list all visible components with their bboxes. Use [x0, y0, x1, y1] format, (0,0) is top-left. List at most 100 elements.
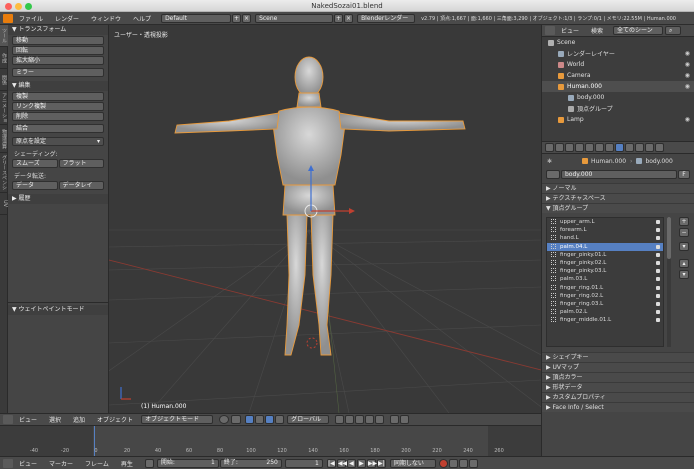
interaction-mode-select[interactable]: オブジェクトモード: [141, 415, 214, 424]
play-icon[interactable]: ▶: [356, 458, 366, 468]
fake-user-button[interactable]: F: [678, 169, 690, 179]
mesh-data-tab-icon[interactable]: [615, 143, 624, 152]
outliner-item[interactable]: レンダーレイヤー ◉: [542, 48, 694, 59]
mesh-name-field[interactable]: body.000: [561, 169, 677, 179]
tab-uv[interactable]: UV: [0, 193, 8, 215]
lock-icon[interactable]: [656, 285, 660, 290]
search-icon[interactable]: ⌕: [665, 26, 682, 35]
object-tab-icon[interactable]: [585, 143, 594, 152]
remove-scene-button[interactable]: ×: [344, 13, 354, 23]
keyframe-insert-icon[interactable]: [458, 458, 468, 468]
render-layers-tab-icon[interactable]: [555, 143, 564, 152]
vertex-group-item[interactable]: finger_ring.03.L: [547, 300, 663, 308]
data-transfer-button[interactable]: データ: [12, 181, 58, 190]
visibility-eye-icon[interactable]: ◉: [685, 116, 690, 123]
properties-section-header[interactable]: ▶ UVマップ: [542, 362, 694, 372]
3d-viewport[interactable]: ユーザー・透視投影 (1) Human.000: [109, 25, 541, 413]
rotate-manipulator-icon[interactable]: [265, 415, 275, 424]
scale-manipulator-icon[interactable]: [275, 415, 285, 424]
menu-marker[interactable]: マーカー: [43, 459, 79, 468]
set-origin-select[interactable]: 原点を設定 ▾: [12, 137, 104, 146]
rotate-button[interactable]: 回転: [12, 46, 104, 55]
render-engine-select[interactable]: Blenderレンダー: [357, 13, 416, 23]
jump-end-icon[interactable]: ▶|: [376, 458, 386, 468]
modifiers-tab-icon[interactable]: [605, 143, 614, 152]
start-frame-field[interactable]: 開始: 1: [156, 458, 219, 468]
outliner-item[interactable]: Camera ◉: [542, 70, 694, 81]
menu-frame[interactable]: フレーム: [79, 459, 115, 468]
texture-tab-icon[interactable]: [635, 143, 644, 152]
vertex-group-item[interactable]: forearm.L: [547, 226, 663, 234]
tab-physics[interactable]: 物理演算: [0, 125, 8, 153]
manipulator-icon[interactable]: [245, 415, 255, 424]
outliner-item[interactable]: Human.000 ◉: [542, 81, 694, 92]
layer-button[interactable]: [335, 415, 345, 424]
vertex-group-item[interactable]: palm.03.L: [547, 275, 663, 283]
vertex-group-item[interactable]: finger_ring.02.L: [547, 292, 663, 300]
vertex-group-list[interactable]: upper_arm.L forearm.L hand.L palm.04.L finge…: [546, 217, 664, 347]
timeline[interactable]: -40 -20 0 20 40 60 80 100 120 140 160 180 200 220 240 2…: [0, 425, 541, 457]
keyframe-delete-icon[interactable]: [468, 458, 478, 468]
editor-type-icon[interactable]: [3, 458, 13, 468]
properties-section-header[interactable]: ▶ テクスチャスペース: [542, 193, 694, 203]
visibility-eye-icon[interactable]: ◉: [685, 83, 690, 90]
edit-panel-header[interactable]: ▼ 編集: [8, 81, 108, 91]
sync-mode-select[interactable]: 同期しない: [389, 458, 436, 468]
scale-button[interactable]: 拡大縮小: [12, 56, 104, 65]
transform-panel-header[interactable]: ▼ トランスフォーム: [8, 25, 108, 35]
lock-icon[interactable]: [656, 318, 660, 323]
lock-icon[interactable]: [656, 260, 660, 265]
layer-button[interactable]: [355, 415, 365, 424]
properties-section-header[interactable]: ▶ カスタムプロパティ: [542, 392, 694, 402]
end-frame-field[interactable]: 終了: 250: [219, 458, 282, 468]
menu-file[interactable]: ファイル: [13, 14, 49, 23]
scene-select[interactable]: Scene: [255, 13, 334, 23]
menu-view[interactable]: ビュー: [13, 415, 43, 424]
properties-section-header[interactable]: ▶ ノーマル: [542, 183, 694, 193]
properties-section-header[interactable]: ▶ 形状データ: [542, 382, 694, 392]
outliner-item[interactable]: World ◉: [542, 59, 694, 70]
visibility-eye-icon[interactable]: ◉: [685, 72, 690, 79]
physics-tab-icon[interactable]: [655, 143, 664, 152]
layer-button[interactable]: [375, 415, 385, 424]
layout-select[interactable]: Default: [161, 13, 232, 23]
properties-section-header[interactable]: ▶ シェイプキー: [542, 352, 694, 362]
lock-icon[interactable]: [656, 236, 660, 241]
history-panel-header[interactable]: ▶ 履歴: [8, 194, 108, 204]
weight-paint-panel-header[interactable]: ▼ ウェイトペイントモード: [8, 305, 108, 315]
render-tab-icon[interactable]: [545, 143, 554, 152]
keying-set-icon[interactable]: [448, 458, 458, 468]
lock-icon[interactable]: [656, 277, 660, 282]
menu-timeline-view[interactable]: ビュー: [13, 459, 43, 468]
shade-flat-button[interactable]: フラット: [58, 159, 104, 168]
lock-icon[interactable]: [656, 310, 660, 315]
snap-icon[interactable]: [390, 415, 400, 424]
outliner-menu-view[interactable]: ビュー: [555, 26, 585, 35]
outliner-item[interactable]: Scene: [542, 37, 694, 48]
translate-manipulator-icon[interactable]: [255, 415, 265, 424]
lock-icon[interactable]: [656, 244, 660, 249]
properties-section-header[interactable]: ▶ Face Info / Select: [542, 402, 694, 412]
tab-create[interactable]: 作成: [0, 47, 8, 69]
move-down-icon[interactable]: ▾: [679, 270, 689, 279]
outliner-item[interactable]: body.000: [542, 92, 694, 103]
vertex-group-item[interactable]: palm.02.L: [547, 308, 663, 316]
editor-type-icon[interactable]: [545, 26, 555, 35]
move-up-icon[interactable]: ▴: [679, 259, 689, 268]
material-tab-icon[interactable]: [625, 143, 634, 152]
record-icon[interactable]: [438, 458, 448, 468]
vertex-group-item[interactable]: finger_pinky.03.L: [547, 267, 663, 275]
jump-start-icon[interactable]: |◀: [326, 458, 336, 468]
visibility-eye-icon[interactable]: ◉: [685, 61, 690, 68]
particles-tab-icon[interactable]: [645, 143, 654, 152]
lock-icon[interactable]: [656, 269, 660, 274]
lock-icon[interactable]: [656, 220, 660, 224]
vertex-group-scrollbar[interactable]: [667, 217, 671, 347]
vertex-group-item[interactable]: palm.04.L: [547, 242, 663, 251]
add-scene-button[interactable]: +: [334, 13, 344, 23]
world-tab-icon[interactable]: [575, 143, 584, 152]
outliner-menu-search[interactable]: 検索: [585, 26, 609, 35]
shading-mode-icon[interactable]: [219, 415, 230, 424]
menu-window[interactable]: ウィンドウ: [85, 14, 127, 23]
outliner-item[interactable]: Lamp ◉: [542, 114, 694, 125]
